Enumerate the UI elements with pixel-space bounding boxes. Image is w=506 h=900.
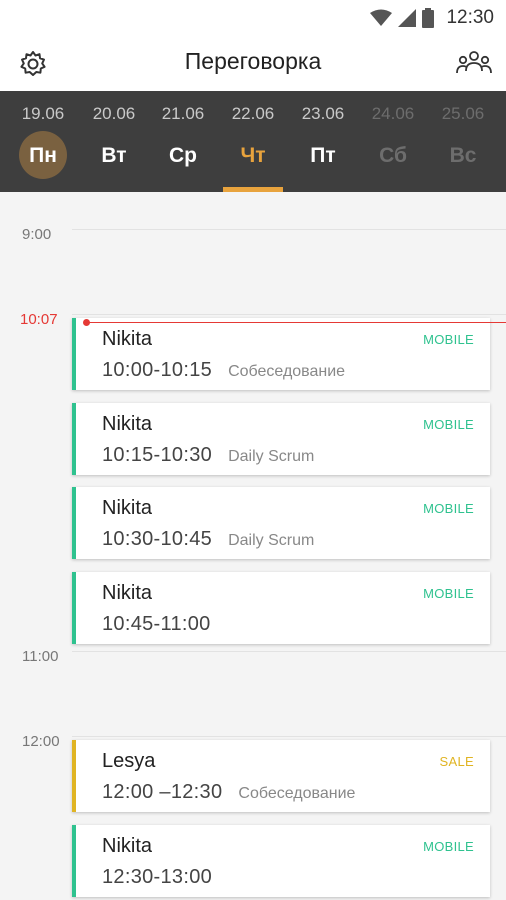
status-time: 12:30 — [446, 7, 494, 28]
event-card[interactable]: Nikita MOBILE 10:30-10:45 Daily Scrum — [72, 487, 490, 559]
status-bar: 12:30 — [0, 0, 506, 36]
day-name: Вт — [101, 144, 127, 167]
current-time-label: 10:07 — [20, 311, 58, 328]
event-team-tag: MOBILE — [423, 417, 474, 432]
app-bar: Переговорка — [0, 36, 506, 91]
event-time-row: 12:00 –12:30 Собеседование — [102, 781, 355, 804]
event-time: 10:15-10:30 — [102, 444, 213, 466]
event-card[interactable]: Nikita MOBILE 10:45-11:00 — [72, 572, 490, 644]
event-time-row: 10:00-10:15 Собеседование — [102, 359, 345, 382]
event-time: 10:45-11:00 — [102, 613, 211, 635]
event-team-tag: MOBILE — [423, 586, 474, 601]
people-icon — [456, 51, 492, 74]
event-time: 10:00-10:15 — [102, 359, 213, 381]
day-name: Ср — [169, 144, 197, 167]
page-title: Переговорка — [184, 48, 322, 74]
event-team-tag: SALE — [439, 754, 474, 769]
day-date: 25.06 — [441, 104, 485, 123]
day-name: Сб — [379, 144, 407, 167]
event-team-tag: MOBILE — [423, 501, 474, 516]
battery-icon — [422, 8, 434, 28]
event-card[interactable]: Nikita MOBILE 10:00-10:15 Собеседование — [72, 318, 490, 390]
schedule-timeline[interactable]: 9:00 11:00 12:00 Nikita MOBILE 10:00-10:… — [0, 192, 506, 900]
day-thursday[interactable]: 22.06 Чт — [218, 91, 288, 192]
current-time-dot — [83, 319, 90, 326]
event-subject: Daily Scrum — [228, 532, 315, 549]
event-organizer: Nikita — [102, 835, 153, 857]
event-time-row: 10:15-10:30 Daily Scrum — [102, 444, 314, 467]
event-time-row: 10:45-11:00 — [102, 613, 227, 636]
event-time: 12:30-13:00 — [102, 866, 213, 888]
people-button[interactable] — [456, 47, 492, 81]
day-name: Пт — [310, 144, 336, 167]
day-date: 23.06 — [301, 104, 345, 123]
event-card[interactable]: Nikita MOBILE 12:30-13:00 — [72, 825, 490, 897]
day-saturday[interactable]: 24.06 Сб — [358, 91, 428, 192]
event-organizer: Nikita — [102, 582, 153, 604]
event-organizer: Nikita — [102, 497, 153, 519]
hour-line — [72, 229, 506, 230]
day-wednesday[interactable]: 21.06 Ср — [148, 91, 218, 192]
event-time-row: 12:30-13:00 — [102, 866, 228, 889]
event-subject: Daily Scrum — [228, 448, 315, 465]
event-time: 12:00 –12:30 — [102, 781, 223, 803]
hour-label: 11:00 — [22, 648, 59, 665]
hour-label: 9:00 — [22, 226, 52, 243]
event-team-tag: MOBILE — [423, 839, 474, 854]
hour-line — [72, 314, 506, 315]
hour-line — [72, 736, 506, 737]
event-organizer: Nikita — [102, 413, 153, 435]
event-card[interactable]: Nikita MOBILE 10:15-10:30 Daily Scrum — [72, 403, 490, 475]
day-date: 22.06 — [231, 104, 275, 123]
signal-icon — [398, 9, 416, 27]
day-date: 20.06 — [92, 104, 136, 123]
day-date: 24.06 — [371, 104, 415, 123]
wifi-icon — [370, 9, 392, 26]
event-subject: Собеседование — [238, 785, 356, 802]
current-time-line — [86, 322, 506, 323]
day-name: Чт — [240, 144, 266, 167]
hour-line — [72, 651, 506, 652]
event-organizer: Lesya — [102, 750, 156, 772]
day-name: Вс — [449, 144, 477, 167]
event-card[interactable]: Lesya SALE 12:00 –12:30 Собеседование — [72, 740, 490, 812]
event-time-row: 10:30-10:45 Daily Scrum — [102, 528, 314, 551]
day-monday[interactable]: 19.06 Пн — [8, 91, 78, 192]
hour-label: 12:00 — [22, 733, 60, 750]
day-sunday[interactable]: 25.06 Вс — [428, 91, 498, 192]
day-date: 21.06 — [161, 104, 205, 123]
event-organizer: Nikita — [102, 328, 153, 350]
day-tuesday[interactable]: 20.06 Вт — [79, 91, 149, 192]
status-icons — [370, 8, 434, 28]
event-team-tag: MOBILE — [423, 332, 474, 347]
event-subject: Собеседование — [228, 363, 346, 380]
day-date: 19.06 — [21, 104, 65, 123]
day-friday[interactable]: 23.06 Пт — [288, 91, 358, 192]
event-time: 10:30-10:45 — [102, 528, 213, 550]
day-name: Пн — [29, 144, 57, 167]
day-selector: 19.06 Пн 20.06 Вт 21.06 Ср 22.06 Чт 23.0… — [0, 91, 506, 192]
